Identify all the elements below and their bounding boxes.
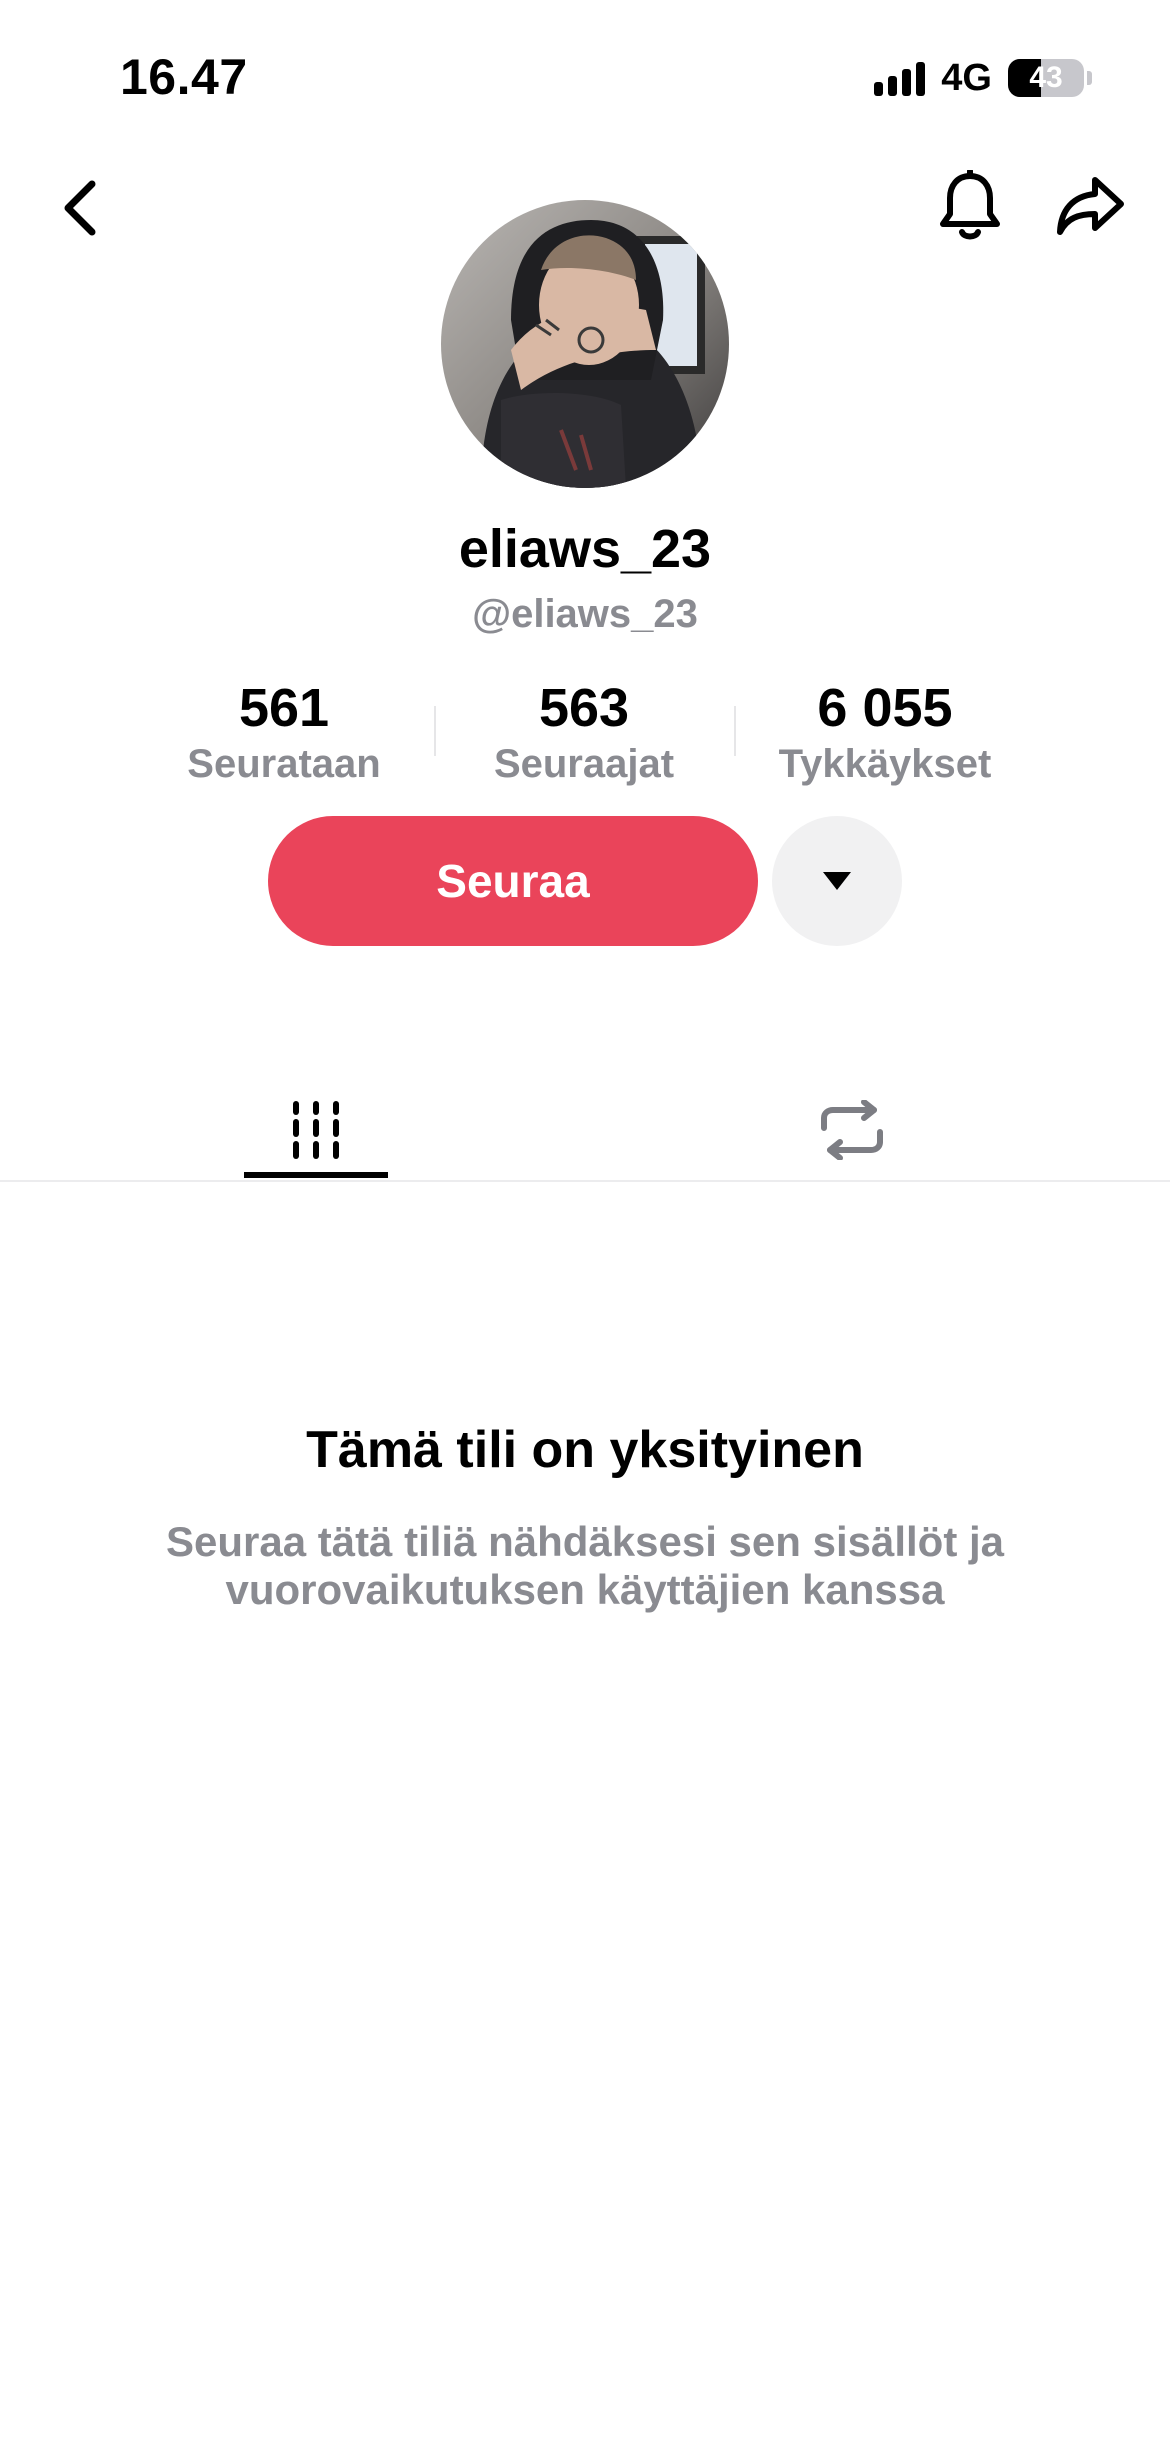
avatar-image xyxy=(441,200,729,488)
display-name: eliaws_23 xyxy=(458,519,712,579)
caret-down-icon xyxy=(823,872,851,890)
share-button[interactable] xyxy=(1048,166,1134,246)
stat-value: 563 xyxy=(538,678,630,738)
username-handle: @eliaws_23 xyxy=(472,592,698,636)
stat-label: Seurataan xyxy=(187,742,381,786)
stat-value: 561 xyxy=(238,678,330,738)
network-type: 4G xyxy=(941,56,992,99)
share-arrow-icon xyxy=(1057,177,1124,235)
follow-button[interactable]: Seuraa xyxy=(268,816,758,946)
tabs-divider xyxy=(0,1180,1170,1182)
tab-videos[interactable] xyxy=(244,1080,388,1180)
bell-icon xyxy=(940,170,1000,240)
suggested-accounts-button[interactable] xyxy=(772,816,902,946)
battery-icon: 43 xyxy=(1008,59,1092,97)
battery-level: 43 xyxy=(1029,61,1063,94)
private-account-description: Seuraa tätä tiliä nähdäksesi sen sisällö… xyxy=(165,1518,1005,1613)
repost-icon xyxy=(821,1100,883,1160)
active-tab-indicator xyxy=(244,1172,388,1178)
avatar[interactable] xyxy=(441,200,729,488)
notification-bell-button[interactable] xyxy=(930,166,1010,246)
profile-stats: 561 Seurataan 563 Seuraajat 6 055 Tykkäy… xyxy=(0,676,1170,786)
tab-reposts[interactable] xyxy=(780,1080,924,1180)
stat-following[interactable]: 561 Seurataan xyxy=(134,676,434,788)
chevron-left-icon xyxy=(64,180,96,236)
signal-icon xyxy=(874,60,926,96)
stat-followers[interactable]: 563 Seuraajat xyxy=(434,676,734,788)
stat-value: 6 055 xyxy=(817,678,953,738)
status-indicators: 4G 43 xyxy=(874,56,1092,100)
stat-label: Seuraajat xyxy=(493,742,675,786)
profile-page: 16.47 4G 43 eliaws_23 @eliaws_23 561 Seu… xyxy=(0,0,1170,2437)
stat-divider xyxy=(734,706,736,756)
grid-icon xyxy=(293,1101,339,1159)
stat-likes[interactable]: 6 055 Tykkäykset xyxy=(735,676,1035,788)
stat-label: Tykkäykset xyxy=(778,742,992,786)
status-time: 16.47 xyxy=(120,49,248,105)
stat-divider xyxy=(434,706,436,756)
back-button[interactable] xyxy=(48,168,112,248)
private-account-title: Tämä tili on yksityinen xyxy=(306,1421,864,1479)
